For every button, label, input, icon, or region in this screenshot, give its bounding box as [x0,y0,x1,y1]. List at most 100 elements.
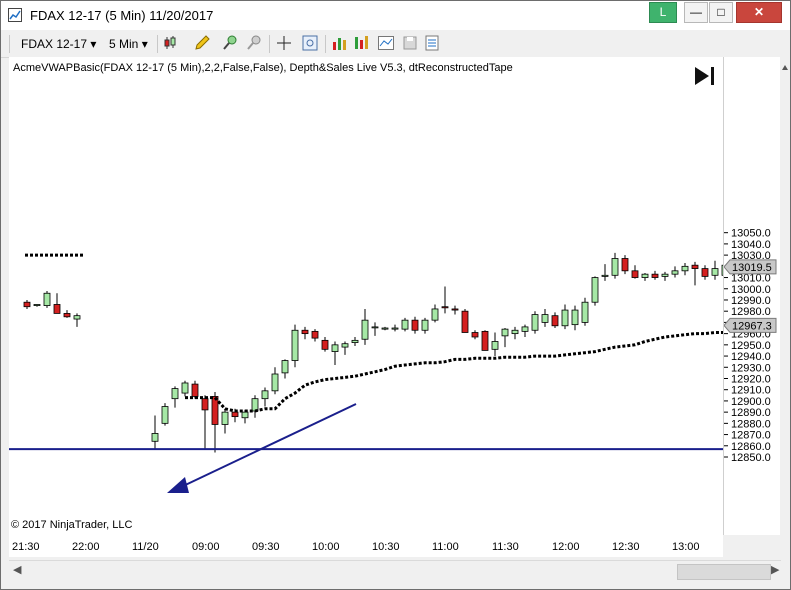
candle-body [381,327,389,330]
vwap-price-marker: 12967.3 [724,317,777,333]
candle-body [73,315,81,320]
candle-body [181,382,189,394]
candle [191,380,199,399]
candle [431,304,439,323]
candle [481,330,489,351]
price-tick-label: 12910.0 [731,385,771,397]
candle [471,330,479,340]
candle [251,395,259,418]
toolbar-divider [325,35,326,53]
price-axis[interactable]: 13050.013040.013030.013020.013010.013000… [723,57,780,535]
candle-body [651,273,659,278]
time-tick-label: 10:30 [372,541,400,553]
candle [411,316,419,334]
candle [271,367,279,395]
candle [451,305,459,315]
minimize-button[interactable]: — [684,2,708,23]
candle-body [491,341,499,350]
candle-body [561,309,569,327]
instrument-selector[interactable]: FDAX 12-17 ▾ [21,35,96,53]
candle-body [701,268,709,277]
candle-body [621,258,629,272]
candle [631,265,639,279]
last-price-marker: 13019.5 [724,259,777,275]
candle-body [231,411,239,418]
link-badge-button[interactable]: L [649,2,677,23]
skip-to-end-icon[interactable] [695,67,714,85]
time-tick-label: 13:00 [672,541,700,553]
candle [391,324,399,332]
arrowhead-icon [167,477,189,493]
annotation-arrow[interactable] [178,403,357,489]
candle-body [281,360,289,374]
candle-body [471,332,479,338]
time-tick-label: 12:30 [612,541,640,553]
horizontal-scrollbar[interactable]: ◀ ▶ [9,560,781,581]
price-tick-label: 12990.0 [731,295,771,307]
candle-body [261,390,269,400]
candle-body [371,326,379,329]
zoom-in-icon[interactable] [221,34,239,52]
crosshair-icon[interactable] [275,34,293,52]
candle-body [461,310,469,333]
candle [181,380,189,397]
window-title: FDAX 12-17 (5 Min) 11/20/2017 [30,8,214,23]
candle-body [211,396,219,425]
candle-body [671,270,679,275]
candle-body [421,319,429,331]
chart-toolbar: FDAX 12-17 ▾ 5 Min ▾ [1,31,790,58]
candle-body [531,314,539,331]
price-plot[interactable] [9,57,723,535]
candle [151,415,159,450]
candle-body [641,273,649,278]
price-tick-label: 12880.0 [731,418,771,430]
save-icon[interactable] [401,34,419,52]
time-tick-label: 11:00 [432,541,459,553]
maximize-button[interactable]: □ [709,2,733,23]
draw-pencil-icon[interactable] [193,34,211,52]
title-bar[interactable]: FDAX 12-17 (5 Min) 11/20/2017 L — □ ✕ [1,1,790,30]
candle [211,391,219,453]
candle-body [161,406,169,424]
scroll-up-icon[interactable] [780,57,790,77]
zoom-out-icon[interactable] [245,34,263,52]
candle-body [631,270,639,278]
analysis-icon[interactable] [353,34,371,52]
candle-body [571,309,579,326]
scroll-thumb[interactable] [677,564,771,580]
vertical-scroll-area[interactable] [780,57,790,557]
candle [681,262,689,276]
price-tick-label: 12850.0 [731,452,771,464]
chart-line-icon[interactable] [377,34,395,52]
candle [651,270,659,280]
price-tick-label: 12920.0 [731,373,771,385]
interval-selector[interactable]: 5 Min ▾ [109,35,148,53]
scroll-left-icon[interactable]: ◀ [13,563,21,576]
candle-body [43,292,51,306]
candle-body [301,329,309,335]
scroll-right-icon[interactable]: ▶ [771,563,779,576]
data-box-icon[interactable] [301,34,319,52]
bar-chart-icon[interactable] [331,34,349,52]
close-button[interactable]: ✕ [736,2,782,23]
candle [351,336,359,346]
candle [701,265,709,280]
candlestick-style-icon[interactable] [163,34,181,52]
time-tick-label: 22:00 [72,541,100,553]
candle [441,286,449,314]
template-icon[interactable] [423,34,441,52]
price-tick-label: 12980.0 [731,306,771,318]
candle-body [331,344,339,352]
time-axis[interactable]: 21:30 22:00 11/20 09:00 09:30 10:00 10:30 11:00… [9,535,723,557]
chart-panel[interactable]: AcmeVWAPBasic(FDAX 12-17 (5 Min),2,2,Fal… [9,57,723,535]
price-tick-label: 13040.0 [731,239,771,251]
toolbar-divider [157,35,158,53]
candle [161,403,169,426]
price-tick-label: 12890.0 [731,407,771,419]
candle [521,324,529,337]
last-price-marker-text: 13019.5 [732,262,772,274]
candle-body [351,339,359,343]
time-tick-label: 10:00 [312,541,340,553]
candle [401,317,409,332]
candle [331,341,339,366]
